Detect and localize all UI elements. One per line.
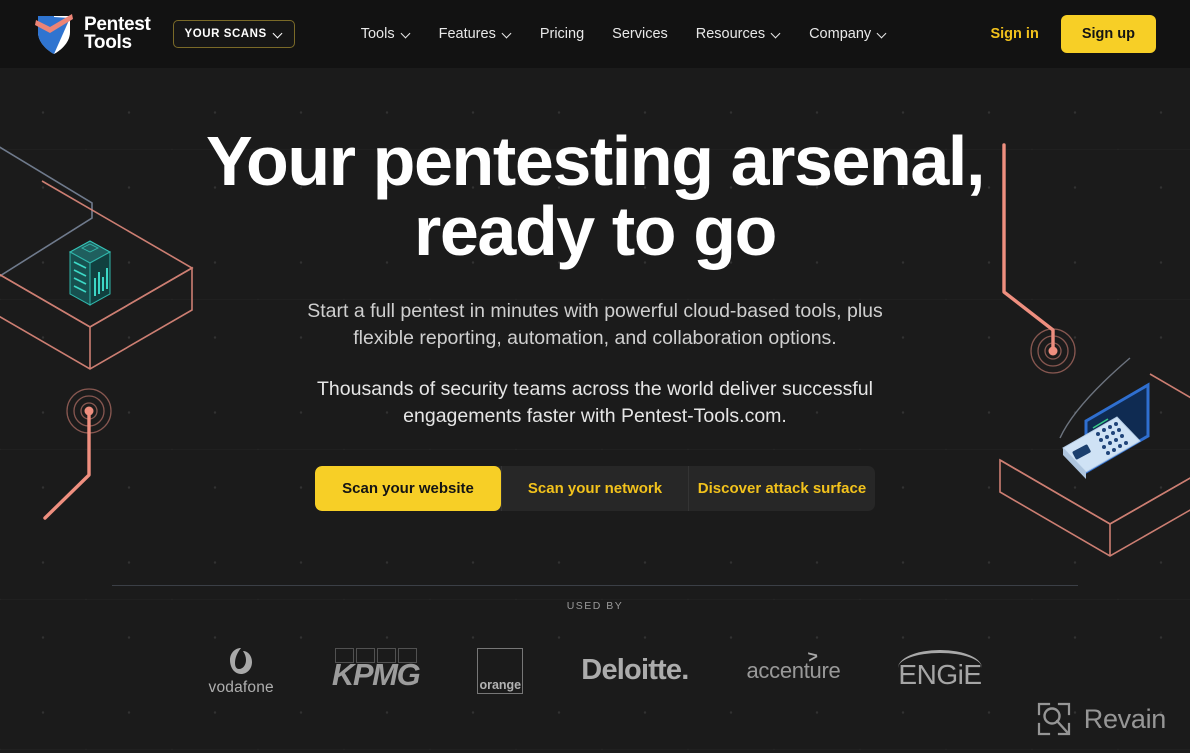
revain-watermark: Revain bbox=[1036, 701, 1166, 737]
cta-button-group: Scan your website Scan your network Disc… bbox=[315, 465, 875, 511]
chevron-down-icon bbox=[772, 30, 781, 39]
section-divider bbox=[112, 584, 1078, 586]
scan-website-button[interactable]: Scan your website bbox=[315, 465, 501, 511]
hero-subtitle: Start a full pentest in minutes with pow… bbox=[307, 300, 883, 349]
accenture-chevron-icon: > bbox=[806, 646, 819, 667]
chevron-down-icon bbox=[402, 30, 411, 39]
deloitte-label: Deloitte. bbox=[581, 654, 689, 687]
nav-item-resources[interactable]: Resources bbox=[696, 26, 781, 42]
nav-item-features[interactable]: Features bbox=[439, 26, 512, 42]
hero-subtitle-secondary: Thousands of security teams across the w… bbox=[317, 377, 873, 427]
nav-label: Services bbox=[612, 26, 668, 42]
site-header: Pentest Tools YOUR SCANS Tools Features … bbox=[0, 0, 1190, 68]
scan-network-button[interactable]: Scan your network bbox=[501, 465, 688, 511]
chevron-down-icon bbox=[503, 30, 512, 39]
orange-label: orange bbox=[479, 677, 522, 692]
client-logo-accenture: > accenture bbox=[747, 642, 841, 700]
nav-label: Pricing bbox=[539, 26, 585, 42]
engie-arc-decoration bbox=[898, 649, 982, 668]
site-logo[interactable]: Pentest Tools bbox=[34, 12, 151, 56]
orange-box-frame: orange bbox=[477, 647, 524, 694]
page-title: Your pentesting arsenal, ready to go bbox=[195, 126, 995, 266]
kpmg-label: KPMG bbox=[331, 657, 421, 693]
nav-label: Features bbox=[438, 26, 496, 42]
nav-item-services[interactable]: Services bbox=[612, 26, 668, 42]
used-by-label: USED BY bbox=[566, 599, 624, 612]
engie-wrap: ENGiE bbox=[898, 649, 982, 691]
hero-section: Your pentesting arsenal, ready to go Sta… bbox=[0, 68, 1190, 511]
vodafone-label: vodafone bbox=[208, 678, 274, 696]
header-actions: Sign in Sign up bbox=[990, 15, 1156, 53]
client-logo-vodafone: vodafone bbox=[209, 642, 274, 700]
nav-label: Company bbox=[809, 26, 872, 42]
client-logo-orange: orange bbox=[477, 642, 524, 700]
client-logo-engie: ENGiE bbox=[898, 642, 982, 700]
page-root: Pentest Tools YOUR SCANS Tools Features … bbox=[0, 0, 1190, 753]
nav-label: Resources bbox=[695, 26, 766, 42]
accenture-wrap: > accenture bbox=[746, 646, 841, 684]
page-title-line2: ready to go bbox=[414, 192, 777, 270]
discover-attack-surface-button[interactable]: Discover attack surface bbox=[688, 465, 875, 511]
sign-up-button[interactable]: Sign up bbox=[1060, 15, 1156, 53]
accenture-label: accenture bbox=[746, 657, 841, 683]
revain-watermark-text: Revain bbox=[1083, 703, 1167, 734]
your-scans-label: YOUR SCANS bbox=[184, 28, 267, 40]
nav-item-tools[interactable]: Tools bbox=[361, 26, 411, 42]
page-title-line1: Your pentesting arsenal, bbox=[205, 122, 985, 200]
client-logo-deloitte: Deloitte. bbox=[581, 642, 689, 700]
magnifier-square-icon bbox=[1037, 702, 1070, 736]
your-scans-button[interactable]: YOUR SCANS bbox=[172, 20, 295, 48]
logo-text: Pentest Tools bbox=[84, 15, 151, 53]
sign-in-link[interactable]: Sign in bbox=[990, 26, 1038, 42]
vodafone-icon bbox=[230, 647, 253, 674]
logo-line2: Tools bbox=[84, 32, 132, 53]
chevron-down-icon bbox=[274, 30, 283, 39]
nav-label: Tools bbox=[360, 26, 395, 42]
nav-item-company[interactable]: Company bbox=[809, 26, 887, 42]
client-logo-row: vodafone KPMG orange Deloitte. > accentu… bbox=[0, 642, 1190, 700]
main-navigation: Tools Features Pricing Services Resource… bbox=[361, 26, 887, 42]
chevron-down-icon bbox=[878, 30, 887, 39]
nav-item-pricing[interactable]: Pricing bbox=[540, 26, 584, 42]
shield-check-logo-icon bbox=[35, 14, 73, 54]
client-logo-kpmg: KPMG bbox=[331, 642, 421, 700]
